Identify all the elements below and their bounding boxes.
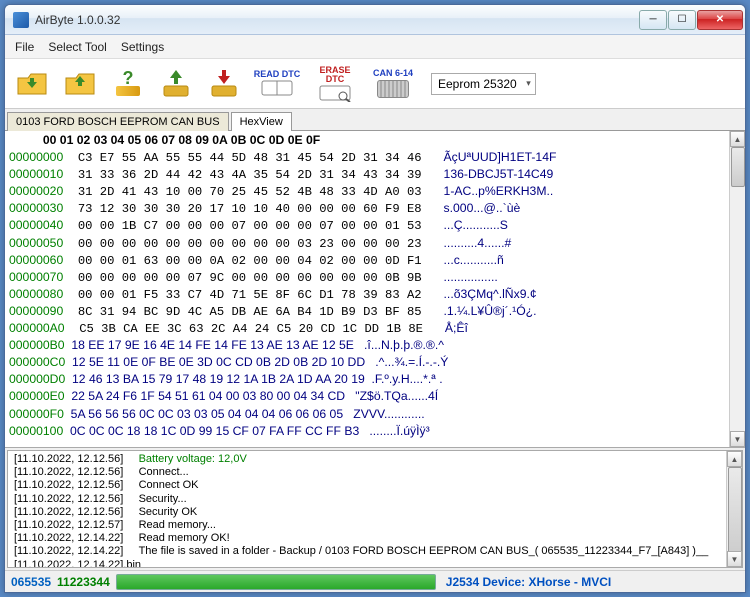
close-button[interactable]: ✕	[697, 10, 743, 30]
save-folder-button[interactable]	[59, 63, 101, 105]
read-dtc-label: READ DTC	[254, 70, 301, 79]
tabbar: 0103 FORD BOSCH EEPROM CAN BUS HexView	[5, 109, 745, 131]
menubar: File Select Tool Settings	[5, 35, 745, 59]
folder-up-icon	[14, 66, 50, 102]
erase-dtc-button[interactable]: ERASE DTC	[309, 63, 361, 105]
read-dtc-button[interactable]: READ DTC	[251, 63, 303, 105]
menu-select-tool[interactable]: Select Tool	[48, 40, 106, 54]
erase-dtc-label: ERASE DTC	[310, 66, 360, 84]
window-title: AirByte 1.0.0.32	[35, 13, 639, 27]
log-scrollbar[interactable]: ▲ ▼	[726, 451, 742, 567]
scroll-down-button[interactable]: ▼	[730, 431, 745, 447]
scroll-thumb[interactable]	[728, 467, 742, 557]
maximize-button[interactable]: ☐	[668, 10, 696, 30]
chip-download-button[interactable]	[203, 63, 245, 105]
status-code2: 11223344	[57, 575, 110, 589]
window-controls: ─ ☐ ✕	[639, 10, 743, 30]
status-code1: 065535	[11, 575, 51, 589]
tab-device[interactable]: 0103 FORD BOSCH EEPROM CAN BUS	[7, 112, 229, 131]
app-icon	[13, 12, 29, 28]
book-search-icon	[318, 84, 352, 102]
scroll-up-button[interactable]: ▲	[727, 451, 742, 467]
hex-content[interactable]: 00 01 02 03 04 05 06 07 08 09 0A 0B 0C 0…	[5, 131, 729, 447]
chip-upload-button[interactable]	[155, 63, 197, 105]
titlebar[interactable]: AirByte 1.0.0.32 ─ ☐ ✕	[5, 5, 745, 35]
eeprom-combo-value: Eeprom 25320	[438, 77, 517, 91]
menu-file[interactable]: File	[15, 40, 34, 54]
log-content[interactable]: [11.10.2022, 12.12.56] Battery voltage: …	[8, 451, 726, 567]
folder-down-icon	[62, 66, 98, 102]
eeprom-combo[interactable]: Eeprom 25320	[431, 73, 536, 95]
can-614-button[interactable]: CAN 6-14	[367, 63, 419, 105]
statusbar: 065535 11223344 J2534 Device: XHorse - M…	[5, 570, 745, 592]
svg-text:?: ?	[123, 68, 134, 88]
hex-pane: 00 01 02 03 04 05 06 07 08 09 0A 0B 0C 0…	[5, 131, 745, 448]
open-folder-button[interactable]	[11, 63, 53, 105]
hex-scrollbar[interactable]: ▲ ▼	[729, 131, 745, 447]
minimize-button[interactable]: ─	[639, 10, 667, 30]
can-614-label: CAN 6-14	[373, 69, 413, 78]
chip-question-button[interactable]: ?	[107, 63, 149, 105]
book-icon	[260, 79, 294, 97]
connector-icon	[377, 80, 409, 98]
scroll-thumb[interactable]	[731, 147, 745, 187]
scroll-up-button[interactable]: ▲	[730, 131, 745, 147]
chip-down-icon	[206, 66, 242, 102]
app-window: AirByte 1.0.0.32 ─ ☐ ✕ File Select Tool …	[4, 4, 746, 593]
progress-bar	[116, 574, 436, 590]
log-pane: [11.10.2022, 12.12.56] Battery voltage: …	[7, 450, 743, 568]
scroll-down-button[interactable]: ▼	[727, 551, 742, 567]
tab-hexview[interactable]: HexView	[231, 112, 292, 131]
status-device: J2534 Device: XHorse - MVCI	[446, 575, 611, 589]
menu-settings[interactable]: Settings	[121, 40, 164, 54]
chip-up-icon	[158, 66, 194, 102]
toolbar: ? READ DTC ERASE DTC CAN 6-14 Eeprom 253…	[5, 59, 745, 109]
chip-question-icon: ?	[110, 66, 146, 102]
